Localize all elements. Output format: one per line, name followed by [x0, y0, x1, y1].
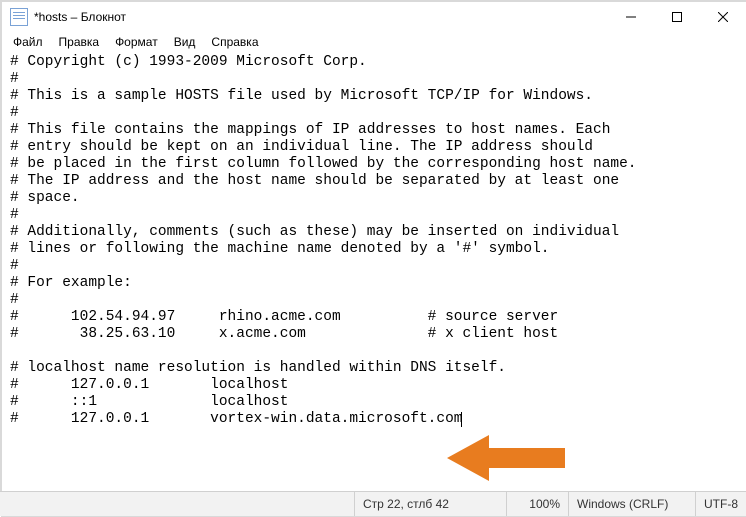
- minimize-button[interactable]: [608, 2, 654, 32]
- close-button[interactable]: [700, 2, 746, 32]
- status-encoding: UTF-8: [696, 492, 746, 516]
- title-bar: *hosts – Блокнот: [2, 2, 746, 32]
- menu-view[interactable]: Вид: [167, 33, 203, 51]
- menu-file[interactable]: Файл: [6, 33, 50, 51]
- maximize-button[interactable]: [654, 2, 700, 32]
- menu-bar: Файл Правка Формат Вид Справка: [2, 32, 746, 52]
- notepad-icon: [10, 8, 28, 26]
- text-caret: [461, 412, 462, 427]
- status-position: Стр 22, стлб 42: [355, 492, 507, 516]
- window-title: *hosts – Блокнот: [34, 10, 126, 24]
- menu-help[interactable]: Справка: [204, 33, 265, 51]
- annotation-arrow-icon: [447, 430, 567, 486]
- status-spacer: [0, 492, 355, 516]
- editor-content: # Copyright (c) 1993-2009 Microsoft Corp…: [10, 54, 637, 427]
- status-zoom[interactable]: 100%: [507, 492, 569, 516]
- text-editor[interactable]: # Copyright (c) 1993-2009 Microsoft Corp…: [2, 52, 746, 486]
- status-bar: Стр 22, стлб 42 100% Windows (CRLF) UTF-…: [0, 491, 746, 516]
- menu-edit[interactable]: Правка: [52, 33, 107, 51]
- menu-format[interactable]: Формат: [108, 33, 165, 51]
- status-line-ending: Windows (CRLF): [569, 492, 696, 516]
